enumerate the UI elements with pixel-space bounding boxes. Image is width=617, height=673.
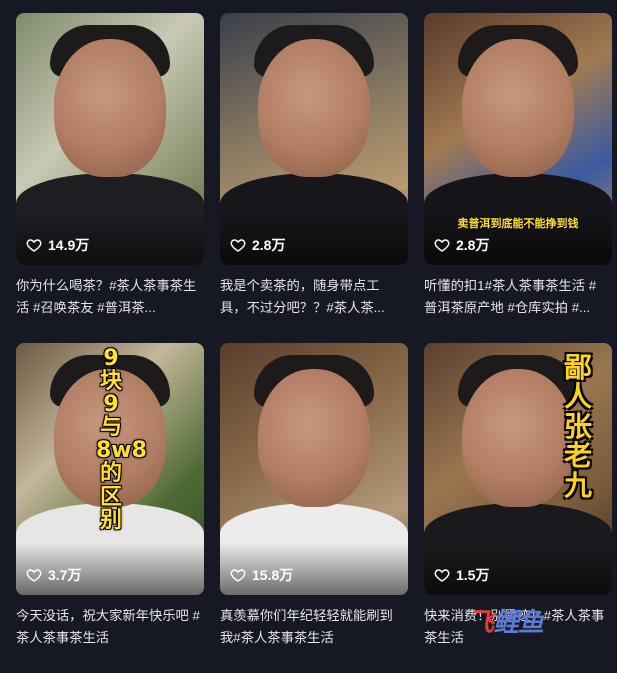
person-face xyxy=(258,369,370,507)
video-caption[interactable]: 听懂的扣1#茶人茶事茶生活 #普洱茶原产地 #仓库实拍 #... xyxy=(424,275,608,319)
like-count-text: 3.7万 xyxy=(48,567,82,583)
video-thumbnail[interactable]: 卖普洱到底能不能挣到钱 2.8万 xyxy=(424,13,612,265)
video-card[interactable]: 2.8万 我是个卖茶的，随身带点工具，不过分吧？？#茶人茶... xyxy=(220,13,408,343)
heart-icon xyxy=(26,239,42,252)
video-card[interactable]: 卖普洱到底能不能挣到钱 2.8万 听懂的扣1#茶人茶事茶生活 #普洱茶原产地 #… xyxy=(424,13,612,343)
video-thumbnail[interactable]: 2.8万 xyxy=(220,13,408,265)
like-count-text: 2.8万 xyxy=(456,237,490,253)
like-count: 2.8万 xyxy=(230,235,285,255)
video-caption[interactable]: 我是个卖茶的，随身带点工具，不过分吧？？#茶人茶... xyxy=(220,275,404,319)
heart-icon xyxy=(26,569,42,582)
like-count-text: 2.8万 xyxy=(252,237,286,253)
video-caption[interactable]: 你为什么喝茶？#茶人茶事茶生活 #召唤茶友 #普洱茶... xyxy=(16,275,200,319)
video-card[interactable]: 9块9与8w8的区别 3.7万 今天没话，祝大家新年快乐吧 #茶人茶事茶生活 xyxy=(16,343,204,673)
heart-icon xyxy=(434,239,450,252)
video-caption[interactable]: 今天没话，祝大家新年快乐吧 #茶人茶事茶生活 xyxy=(16,605,200,649)
video-thumbnail[interactable]: 14.9万 xyxy=(16,13,204,265)
video-thumbnail[interactable]: 鄙人张老九 1.5万 xyxy=(424,343,612,595)
video-overlay-text: 9块9与8w8的区别 xyxy=(96,346,147,533)
like-count: 14.9万 xyxy=(26,235,89,255)
heart-icon xyxy=(434,569,450,582)
video-card[interactable]: 14.9万 你为什么喝茶？#茶人茶事茶生活 #召唤茶友 #普洱茶... xyxy=(16,13,204,343)
video-overlay-text: 卖普洱到底能不能挣到钱 xyxy=(457,217,579,230)
watermark-part1: 飞 xyxy=(468,608,494,638)
like-count: 3.7万 xyxy=(26,565,81,585)
like-count: 15.8万 xyxy=(230,565,293,585)
person-face xyxy=(258,39,370,177)
video-thumbnail[interactable]: 15.8万 xyxy=(220,343,408,595)
video-caption[interactable]: 真羡慕你们年纪轻轻就能刷到我#茶人茶事茶生活 xyxy=(220,605,404,649)
watermark-part2: 鲤鱼 xyxy=(493,608,544,638)
video-thumbnail[interactable]: 9块9与8w8的区别 3.7万 xyxy=(16,343,204,595)
person-face xyxy=(54,39,166,177)
heart-icon xyxy=(230,239,246,252)
like-count: 1.5万 xyxy=(434,565,489,585)
like-count-text: 14.9万 xyxy=(48,237,90,253)
video-card[interactable]: 15.8万 真羡慕你们年纪轻轻就能刷到我#茶人茶事茶生活 xyxy=(220,343,408,673)
heart-icon xyxy=(230,569,246,582)
video-overlay-text: 鄙人张老九 xyxy=(563,351,592,502)
person-face xyxy=(462,39,574,177)
watermark-logo: 飞鲤鱼 xyxy=(468,602,544,639)
like-count: 2.8万 xyxy=(434,235,489,255)
like-count-text: 1.5万 xyxy=(456,567,490,583)
like-count-text: 15.8万 xyxy=(252,567,294,583)
video-grid: 14.9万 你为什么喝茶？#茶人茶事茶生活 #召唤茶友 #普洱茶... 2.8万… xyxy=(16,13,612,673)
